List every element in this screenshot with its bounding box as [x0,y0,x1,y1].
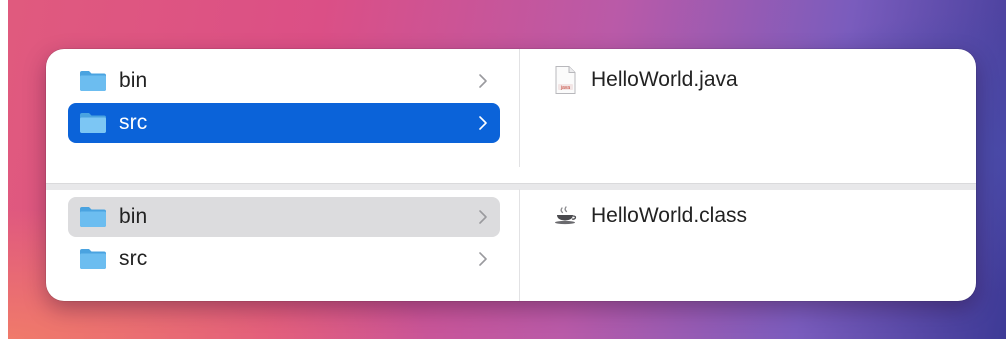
folder-icon [80,113,106,133]
folder-row-src[interactable]: src [68,103,500,143]
chevron-right-icon [479,116,487,130]
folder-icon [80,207,106,227]
folder-label: bin [119,205,148,228]
java-badge-text: java [560,85,570,91]
file-label: HelloWorld.java [591,68,738,91]
folder-label: src [119,111,148,134]
folder-icon [80,249,106,269]
column-separator[interactable] [519,189,520,301]
coffee-cup-icon [555,206,577,225]
finder-column-view-window: bin src java HelloWorld.java bin src Hel… [46,49,976,301]
top-column-browser: bin src java HelloWorld.java [46,49,976,183]
file-item-helloworld-java[interactable]: java HelloWorld.java [551,65,738,95]
folder-label: bin [119,69,148,92]
file-item-helloworld-class[interactable]: HelloWorld.class [551,201,747,231]
bottom-column-browser: bin src HelloWorld.class [46,189,976,301]
file-label: HelloWorld.class [591,204,747,227]
chevron-right-icon [479,74,487,88]
java-file-icon: java [555,66,576,94]
folder-icon [80,71,106,91]
folder-row-bin[interactable]: bin [68,61,500,101]
folder-label: src [119,247,148,270]
chevron-right-icon [479,252,487,266]
column-separator[interactable] [519,49,520,167]
chevron-right-icon [479,210,487,224]
folder-row-bin[interactable]: bin [68,197,500,237]
folder-row-src[interactable]: src [68,239,500,279]
